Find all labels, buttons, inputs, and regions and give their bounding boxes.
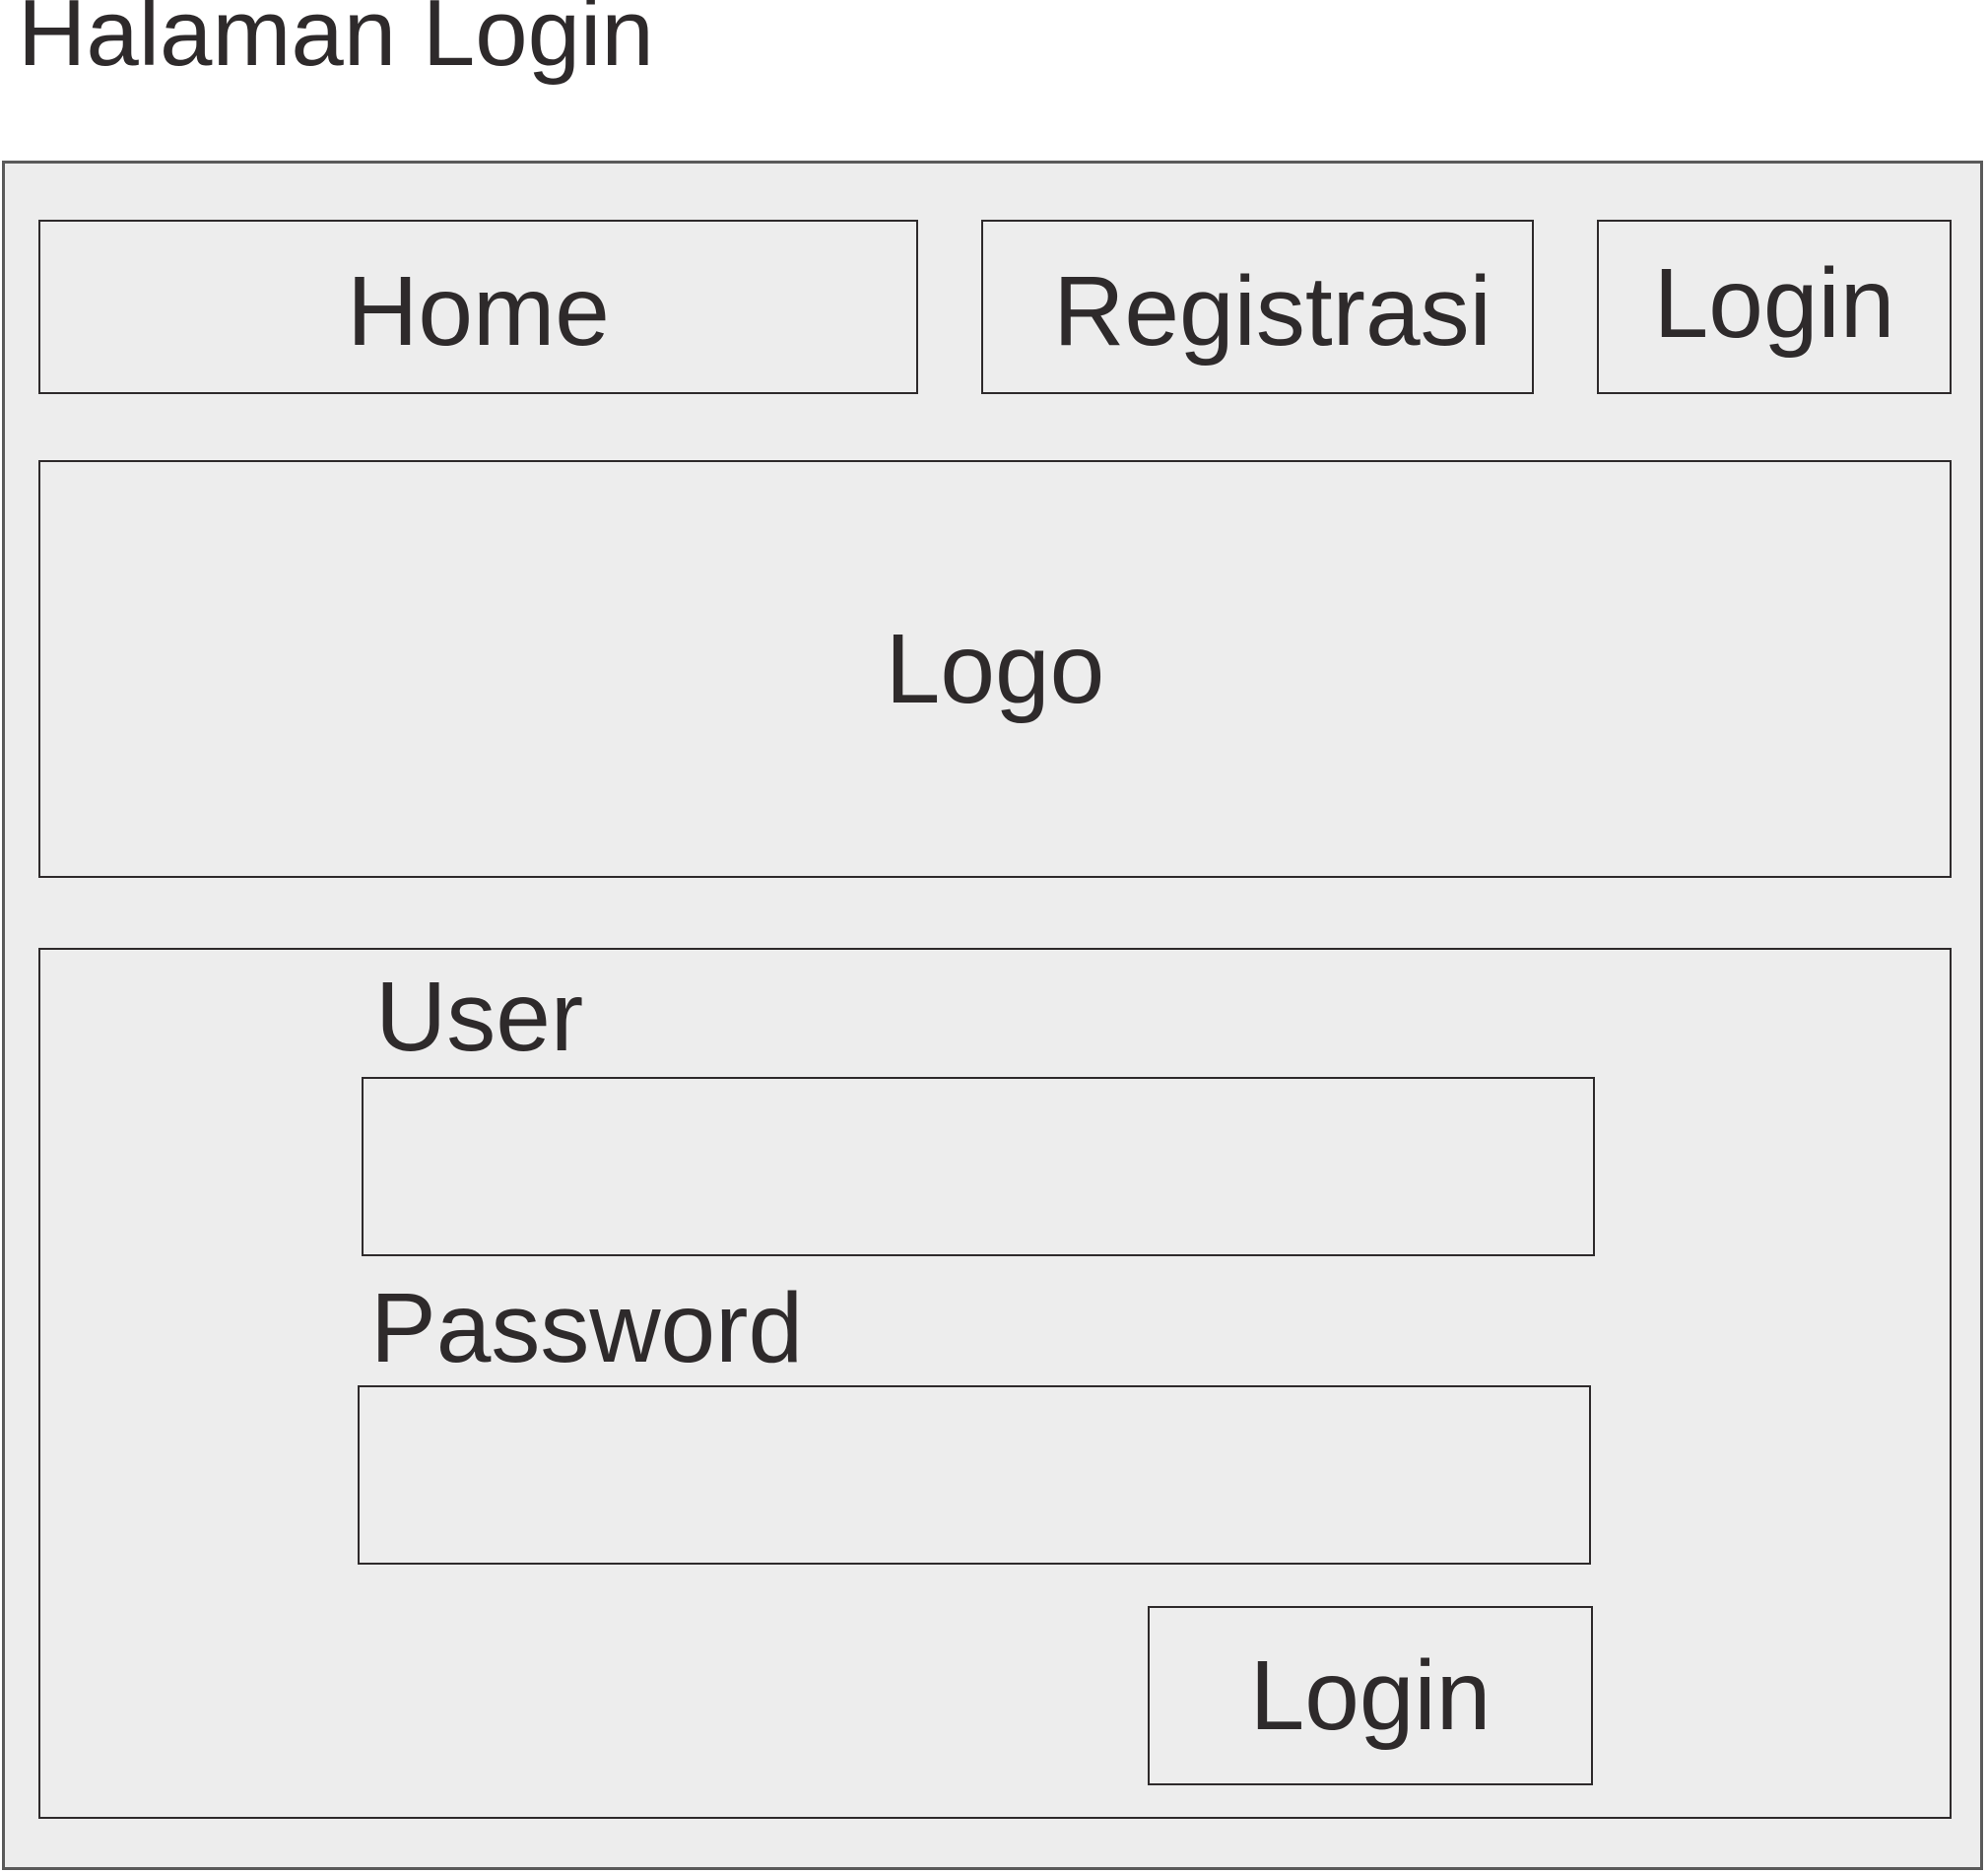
nav-login-button[interactable]: Login	[1597, 220, 1952, 394]
logo-label: Logo	[885, 614, 1105, 724]
nav-register-label: Registrasi	[1053, 255, 1491, 367]
login-submit-button[interactable]: Login	[1148, 1606, 1593, 1785]
logo-area: Logo	[38, 460, 1952, 878]
login-submit-label: Login	[1249, 1640, 1491, 1751]
nav-register-button[interactable]: Registrasi	[981, 220, 1534, 394]
wireframe-window: Home Registrasi Login Logo User Password…	[2, 161, 1983, 1870]
nav-home-label: Home	[347, 255, 610, 367]
user-label: User	[375, 962, 584, 1072]
login-form-panel: User Password Login	[38, 948, 1952, 1819]
page-title: Halaman Login	[18, 0, 654, 86]
user-input[interactable]	[362, 1077, 1595, 1256]
nav-login-label: Login	[1653, 247, 1895, 359]
password-label: Password	[370, 1273, 804, 1383]
nav-home-button[interactable]: Home	[38, 220, 918, 394]
password-input[interactable]	[358, 1385, 1591, 1565]
